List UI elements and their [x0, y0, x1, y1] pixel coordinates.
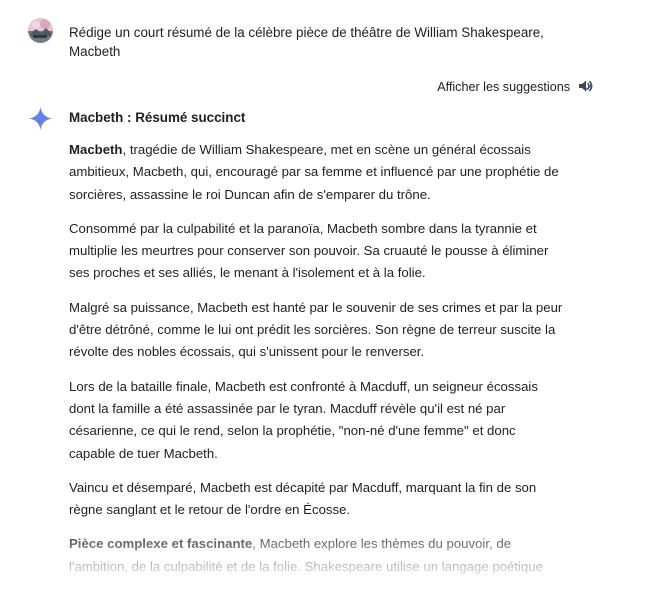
- response-toolbar: Afficher les suggestions: [437, 77, 594, 97]
- response-paragraph: Lors de la bataille finale, Macbeth est …: [69, 376, 564, 465]
- user-prompt-text: Rédige un court résumé de la célèbre piè…: [69, 25, 544, 59]
- paragraph-text: Vaincu et désemparé, Macbeth est décapit…: [69, 479, 537, 518]
- paragraph-text: Consommé par la culpabilité et la parano…: [69, 220, 549, 281]
- paragraph-text: , tragédie de William Shakespeare, met e…: [69, 142, 559, 202]
- paragraph-bold: Macbeth: [69, 142, 123, 157]
- paragraph-bold: Pièce complexe et fascinante: [69, 536, 253, 552]
- paragraph-text: Malgré sa puissance, Macbeth est hanté p…: [69, 299, 563, 360]
- response-paragraph: Macbeth, tragédie de William Shakespeare…: [69, 139, 564, 206]
- response-title: Macbeth : Résumé succinct: [69, 110, 246, 125]
- response-paragraph: Vaincu et désemparé, Macbeth est décapit…: [69, 477, 564, 522]
- user-avatar[interactable]: [28, 18, 53, 43]
- assistant-response: Macbeth : Résumé succinct Macbeth, tragé…: [69, 109, 564, 590]
- show-suggestions-label[interactable]: Afficher les suggestions: [437, 80, 570, 94]
- speaker-icon[interactable]: [577, 77, 595, 95]
- sparkle-icon: [28, 106, 53, 131]
- response-paragraph: Pièce complexe et fascinante, Macbeth ex…: [69, 533, 564, 578]
- response-paragraph: Malgré sa puissance, Macbeth est hanté p…: [69, 297, 564, 364]
- response-paragraph: Consommé par la culpabilité et la parano…: [69, 218, 564, 285]
- paragraph-text: Lors de la bataille finale, Macbeth est …: [69, 378, 538, 461]
